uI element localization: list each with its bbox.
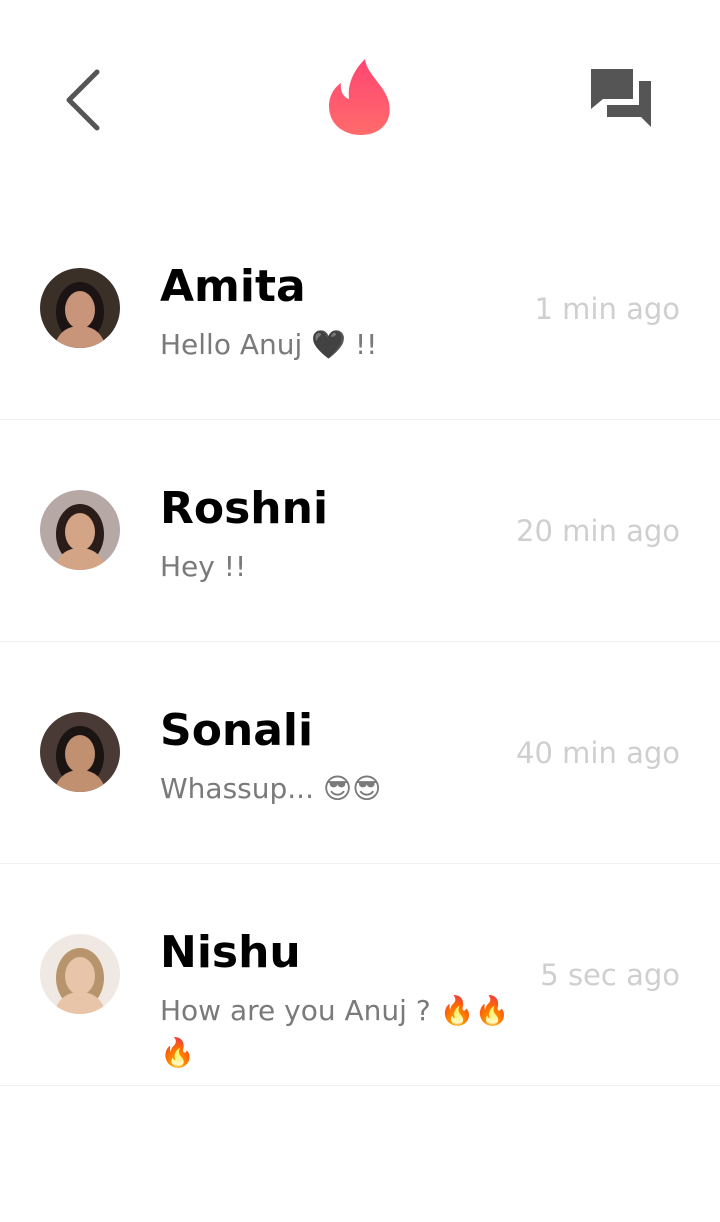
messages-button[interactable]	[585, 63, 657, 133]
contact-name: Sonali	[160, 705, 314, 756]
flame-logo-icon	[325, 57, 395, 137]
contact-name: Roshni	[160, 483, 329, 534]
timestamp: 20 min ago	[516, 514, 680, 548]
contact-name: Amita	[160, 261, 306, 312]
avatar[interactable]	[40, 712, 120, 792]
chevron-left-icon	[66, 69, 100, 131]
contact-name: Nishu	[160, 927, 301, 978]
chat-bubbles-icon	[591, 69, 651, 127]
conversation-row[interactable]: Roshni Hey !! 20 min ago	[0, 420, 720, 642]
avatar[interactable]	[40, 268, 120, 348]
conversation-row[interactable]: Amita Hello Anuj 🖤 !! 1 min ago	[0, 198, 720, 420]
conversation-row[interactable]: Sonali Whassup... 😎😎 40 min ago	[0, 642, 720, 864]
back-button[interactable]	[55, 62, 111, 138]
timestamp: 5 sec ago	[540, 958, 680, 992]
message-preview: Hello Anuj 🖤 !!	[160, 328, 378, 361]
message-preview: How are you Anuj ? 🔥🔥🔥	[160, 994, 510, 1069]
conversation-row[interactable]: Nishu How are you Anuj ? 🔥🔥🔥 5 sec ago	[0, 864, 720, 1086]
avatar[interactable]	[40, 934, 120, 1014]
conversation-list: Amita Hello Anuj 🖤 !! 1 min ago Roshni Hey !…	[0, 198, 720, 1086]
timestamp: 40 min ago	[516, 736, 680, 770]
message-preview: Hey !!	[160, 550, 247, 583]
message-preview: Whassup... 😎😎	[160, 772, 382, 805]
top-bar	[0, 0, 720, 170]
avatar[interactable]	[40, 490, 120, 570]
timestamp: 1 min ago	[534, 292, 681, 326]
